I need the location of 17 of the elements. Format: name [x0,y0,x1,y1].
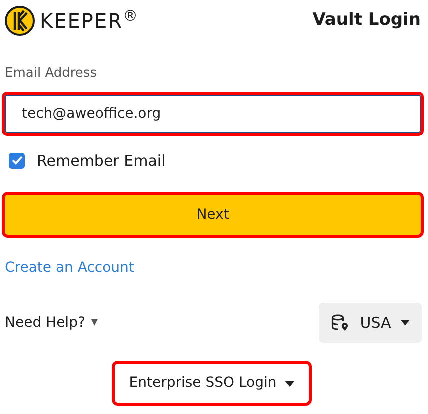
logo-icon [5,6,35,36]
region-dropdown[interactable]: USA [319,303,422,343]
create-account-link[interactable]: Create an Account [5,258,134,279]
checkbox-label: Remember Email [37,150,166,172]
field-label: Email Address [5,65,97,83]
checkbox[interactable] [9,152,25,169]
email-field[interactable]: tech@aweoffice.org [2,92,424,136]
database-location-icon [331,313,350,333]
page-title: Vault Login [312,9,421,32]
caret-icon [401,320,410,326]
caret-icon [284,380,295,386]
caret-icon: ▾ [91,313,98,333]
next-button[interactable]: Next [2,192,424,238]
brand-name: KEEPER$^{®}$ [40,11,139,31]
sso-login-button[interactable]: Enterprise SSO Login [112,361,312,406]
help-dropdown[interactable]: Need Help? ▾ [5,312,98,334]
checkmark-icon [12,156,22,166]
